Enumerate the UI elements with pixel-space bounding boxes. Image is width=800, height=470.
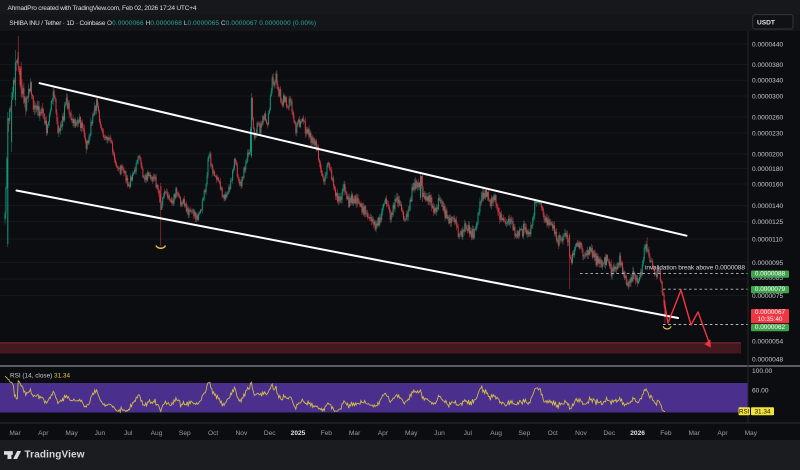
svg-text:May: May bbox=[65, 430, 78, 437]
svg-text:0.0000075: 0.0000075 bbox=[752, 293, 784, 300]
svg-text:0.0000095: 0.0000095 bbox=[752, 260, 784, 267]
svg-text:10:35:40: 10:35:40 bbox=[758, 316, 783, 323]
svg-text:100.00: 100.00 bbox=[752, 368, 773, 375]
svg-text:Mar: Mar bbox=[349, 430, 361, 437]
svg-text:May: May bbox=[745, 430, 758, 437]
svg-text:Oct: Oct bbox=[548, 430, 558, 437]
svg-text:0.0000125: 0.0000125 bbox=[752, 219, 784, 226]
svg-text:Feb: Feb bbox=[660, 430, 672, 437]
svg-text:Mar: Mar bbox=[9, 430, 21, 437]
svg-text:Apr: Apr bbox=[378, 430, 389, 437]
svg-text:Oct: Oct bbox=[208, 430, 218, 437]
svg-text:0.0000180: 0.0000180 bbox=[752, 166, 784, 173]
svg-text:USDT: USDT bbox=[757, 19, 775, 26]
svg-text:Aug: Aug bbox=[490, 430, 502, 437]
svg-text:60.00: 60.00 bbox=[752, 387, 769, 394]
svg-text:2026: 2026 bbox=[630, 430, 645, 437]
svg-text:31.34: 31.34 bbox=[755, 408, 771, 415]
svg-text:0.0000088: 0.0000088 bbox=[755, 271, 786, 278]
svg-text:Dec: Dec bbox=[603, 430, 615, 437]
svg-text:0.0000340: 0.0000340 bbox=[752, 78, 784, 85]
svg-text:RSI (14, close) 31.34: RSI (14, close) 31.34 bbox=[10, 373, 70, 380]
svg-text:Nov: Nov bbox=[236, 430, 248, 437]
svg-text:Mar: Mar bbox=[689, 430, 701, 437]
svg-text:O0.0000066 H0.0000068 L0.00000: O0.0000066 H0.0000068 L0.0000065 C0.0000… bbox=[107, 20, 316, 27]
svg-text:0.0000054: 0.0000054 bbox=[752, 338, 784, 345]
svg-text:Aug: Aug bbox=[151, 430, 163, 437]
svg-text:TradingView: TradingView bbox=[25, 449, 85, 460]
svg-text:0.0000079: 0.0000079 bbox=[755, 286, 786, 293]
svg-text:SHIBA INU / Tether · 1D · Coin: SHIBA INU / Tether · 1D · Coinbase bbox=[9, 20, 105, 27]
svg-text:0.0000230: 0.0000230 bbox=[752, 130, 784, 137]
svg-text:AhmadPro created with TradingV: AhmadPro created with TradingView.com, F… bbox=[8, 5, 197, 12]
svg-text:Apr: Apr bbox=[38, 430, 49, 437]
svg-text:RSI: RSI bbox=[739, 408, 750, 415]
svg-text:0.0000140: 0.0000140 bbox=[752, 203, 784, 210]
svg-text:Dec: Dec bbox=[264, 430, 276, 437]
svg-text:Jul: Jul bbox=[124, 430, 133, 437]
svg-text:0.0000300: 0.0000300 bbox=[752, 93, 784, 100]
svg-text:Jul: Jul bbox=[464, 430, 473, 437]
svg-text:0.0000110: 0.0000110 bbox=[752, 236, 783, 243]
svg-text:0.0000048: 0.0000048 bbox=[752, 356, 784, 363]
svg-text:0.0000160: 0.0000160 bbox=[752, 181, 784, 188]
svg-text:0.0000380: 0.0000380 bbox=[752, 62, 784, 69]
svg-text:Apr: Apr bbox=[717, 430, 728, 437]
svg-text:0.0000260: 0.0000260 bbox=[752, 114, 784, 121]
svg-text:Feb: Feb bbox=[321, 430, 333, 437]
svg-text:May: May bbox=[405, 430, 418, 437]
svg-text:Sep: Sep bbox=[519, 430, 531, 437]
svg-text:Jun: Jun bbox=[434, 430, 445, 437]
svg-text:Sep: Sep bbox=[179, 430, 191, 437]
svg-text:0.0000200: 0.0000200 bbox=[752, 151, 784, 158]
svg-text:invalidation break above 0.000: invalidation break above 0.0000088 bbox=[645, 265, 745, 272]
svg-text:Jun: Jun bbox=[95, 430, 106, 437]
svg-text:Nov: Nov bbox=[575, 430, 587, 437]
svg-text:2025: 2025 bbox=[291, 430, 306, 437]
svg-text:0.0000440: 0.0000440 bbox=[752, 41, 784, 48]
svg-text:0.0000062: 0.0000062 bbox=[755, 324, 786, 331]
